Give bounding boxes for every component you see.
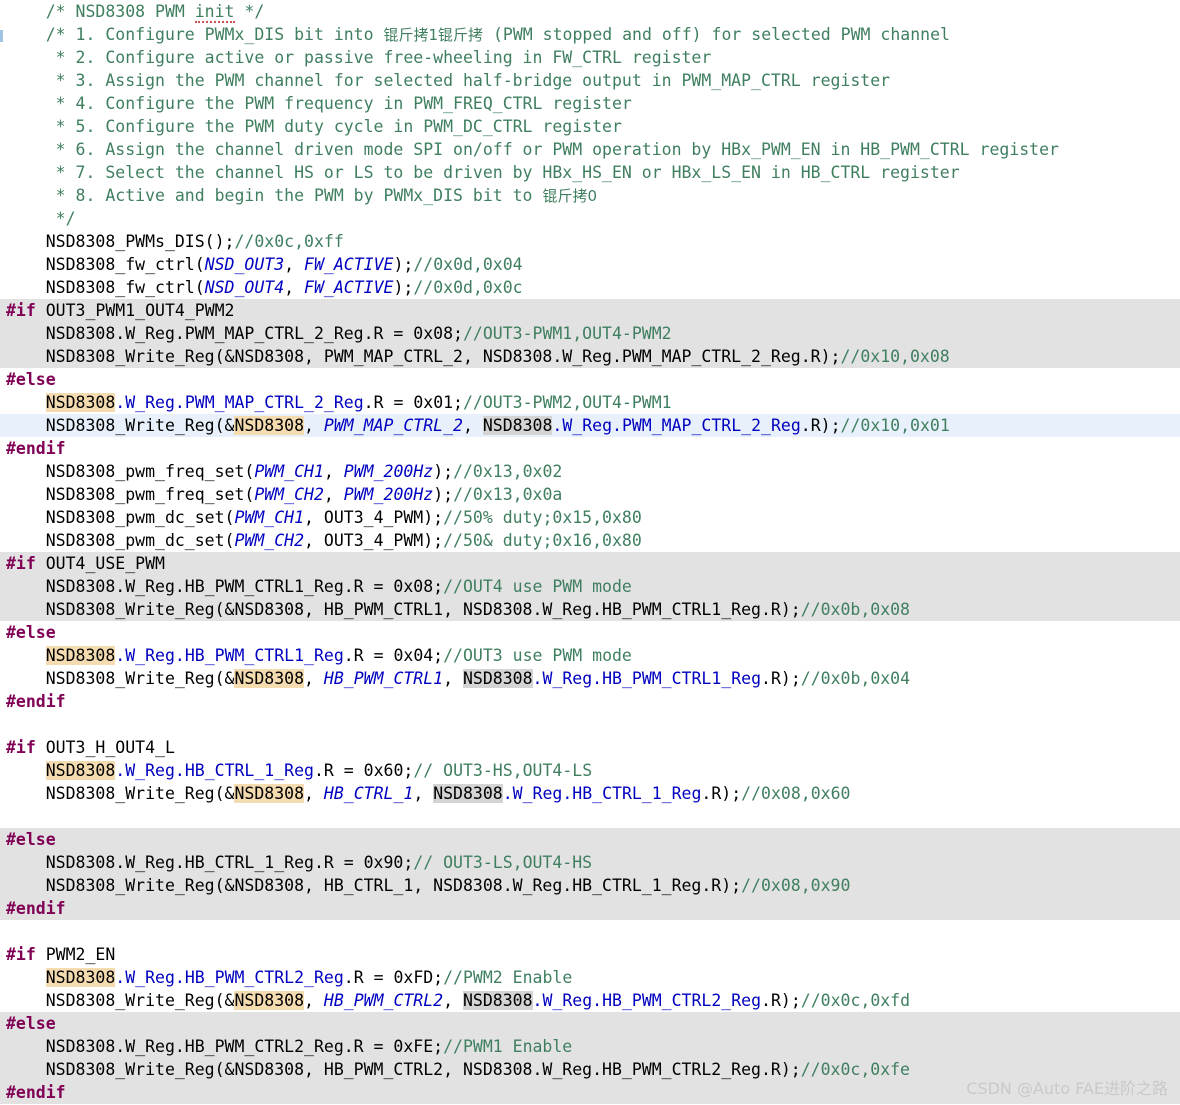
- occurrence-highlight-write: NSD8308: [45, 968, 116, 987]
- code-line-preprocessor-else[interactable]: #else: [0, 828, 1180, 851]
- code-line[interactable]: */: [0, 207, 1180, 230]
- code-line[interactable]: NSD8308_pwm_freq_set(PWM_CH1, PWM_200Hz)…: [0, 460, 1180, 483]
- code-line[interactable]: NSD8308_pwm_freq_set(PWM_CH2, PWM_200Hz)…: [0, 483, 1180, 506]
- code-line-preprocessor-endif[interactable]: #endif: [0, 437, 1180, 460]
- occurrence-highlight-write: NSD8308: [234, 784, 305, 803]
- code-line[interactable]: * 3. Assign the PWM channel for selected…: [0, 69, 1180, 92]
- code-line[interactable]: NSD8308.W_Reg.PWM_MAP_CTRL_2_Reg.R = 0x0…: [0, 322, 1180, 345]
- code-line-preprocessor-endif[interactable]: #endif: [0, 1081, 1180, 1104]
- code-line[interactable]: NSD8308.W_Reg.HB_PWM_CTRL1_Reg.R = 0x08;…: [0, 575, 1180, 598]
- code-line[interactable]: * 8. Active and begin the PWM by PWMx_DI…: [0, 184, 1180, 207]
- occurrence-highlight-read: NSD8308: [463, 991, 533, 1010]
- code-line[interactable]: NSD8308_pwm_dc_set(PWM_CH1, OUT3_4_PWM);…: [0, 506, 1180, 529]
- occurrence-highlight-write: NSD8308: [234, 416, 305, 435]
- code-line[interactable]: NSD8308.W_Reg.HB_PWM_CTRL2_Reg.R = 0xFE;…: [0, 1035, 1180, 1058]
- code-line-preprocessor-if[interactable]: #if OUT3_PWM1_OUT4_PWM2: [0, 299, 1180, 322]
- code-line-preprocessor-endif[interactable]: #endif: [0, 690, 1180, 713]
- occurrence-highlight-write: NSD8308: [234, 669, 305, 688]
- code-line[interactable]: NSD8308_Write_Reg(&NSD8308, HB_CTRL_1, N…: [0, 874, 1180, 897]
- code-line[interactable]: NSD8308_Write_Reg(&NSD8308, HB_PWM_CTRL2…: [0, 989, 1180, 1012]
- code-line[interactable]: * 4. Configure the PWM frequency in PWM_…: [0, 92, 1180, 115]
- code-lines-container[interactable]: /* NSD8308 PWM init */ /* 1. Configure P…: [0, 0, 1180, 1104]
- code-line[interactable]: NSD8308_fw_ctrl(NSD_OUT4, FW_ACTIVE);//0…: [0, 276, 1180, 299]
- occurrence-highlight-read: NSD8308: [463, 669, 533, 688]
- code-line[interactable]: /* NSD8308 PWM init */: [0, 0, 1180, 23]
- occurrence-highlight-read: NSD8308: [482, 416, 553, 435]
- code-line-preprocessor-endif[interactable]: #endif: [0, 897, 1180, 920]
- code-line-blank[interactable]: [0, 713, 1180, 736]
- occurrence-highlight-write: NSD8308: [234, 991, 305, 1010]
- code-line[interactable]: NSD8308_pwm_dc_set(PWM_CH2, OUT3_4_PWM);…: [0, 529, 1180, 552]
- code-line-preprocessor-else[interactable]: #else: [0, 368, 1180, 391]
- code-line[interactable]: NSD8308_Write_Reg(&NSD8308, HB_PWM_CTRL1…: [0, 598, 1180, 621]
- occurrence-highlight-write: NSD8308: [45, 761, 116, 780]
- code-line[interactable]: NSD8308.W_Reg.HB_PWM_CTRL1_Reg.R = 0x04;…: [0, 644, 1180, 667]
- code-line[interactable]: * 7. Select the channel HS or LS to be d…: [0, 161, 1180, 184]
- code-line[interactable]: NSD8308.W_Reg.HB_CTRL_1_Reg.R = 0x90;// …: [0, 851, 1180, 874]
- code-line-preprocessor-if[interactable]: #if PWM2_EN: [0, 943, 1180, 966]
- code-line-blank[interactable]: [0, 920, 1180, 943]
- code-line[interactable]: * 5. Configure the PWM duty cycle in PWM…: [0, 115, 1180, 138]
- code-line[interactable]: NSD8308_fw_ctrl(NSD_OUT3, FW_ACTIVE);//0…: [0, 253, 1180, 276]
- occurrence-highlight-write: NSD8308: [45, 646, 116, 665]
- code-line[interactable]: NSD8308.W_Reg.HB_PWM_CTRL2_Reg.R = 0xFD;…: [0, 966, 1180, 989]
- code-line[interactable]: NSD8308.W_Reg.PWM_MAP_CTRL_2_Reg.R = 0x0…: [0, 391, 1180, 414]
- code-line-blank[interactable]: [0, 805, 1180, 828]
- code-line-preprocessor-else[interactable]: #else: [0, 621, 1180, 644]
- code-line-active[interactable]: NSD8308_Write_Reg(&NSD8308, PWM_MAP_CTRL…: [0, 414, 1180, 437]
- code-line-preprocessor-else[interactable]: #else: [0, 1012, 1180, 1035]
- code-line[interactable]: NSD8308_Write_Reg(&NSD8308, HB_CTRL_1, N…: [0, 782, 1180, 805]
- code-line[interactable]: NSD8308_Write_Reg(&NSD8308, HB_PWM_CTRL1…: [0, 667, 1180, 690]
- code-line[interactable]: NSD8308_PWMs_DIS();//0x0c,0xff: [0, 230, 1180, 253]
- code-line[interactable]: NSD8308_Write_Reg(&NSD8308, PWM_MAP_CTRL…: [0, 345, 1180, 368]
- code-line[interactable]: NSD8308.W_Reg.HB_CTRL_1_Reg.R = 0x60;// …: [0, 759, 1180, 782]
- code-line[interactable]: * 6. Assign the channel driven mode SPI …: [0, 138, 1180, 161]
- code-line[interactable]: NSD8308_Write_Reg(&NSD8308, HB_PWM_CTRL2…: [0, 1058, 1180, 1081]
- code-line-preprocessor-if[interactable]: #if OUT3_H_OUT4_L: [0, 736, 1180, 759]
- code-line-preprocessor-if[interactable]: #if OUT4_USE_PWM: [0, 552, 1180, 575]
- code-editor[interactable]: /* NSD8308 PWM init */ /* 1. Configure P…: [0, 0, 1180, 1105]
- code-line[interactable]: * 2. Configure active or passive free-wh…: [0, 46, 1180, 69]
- occurrence-highlight-write: NSD8308: [45, 393, 116, 412]
- occurrence-highlight-read: NSD8308: [433, 784, 503, 803]
- code-line[interactable]: /* 1. Configure PWMx_DIS bit into 锟斤拷1锟斤…: [0, 23, 1180, 46]
